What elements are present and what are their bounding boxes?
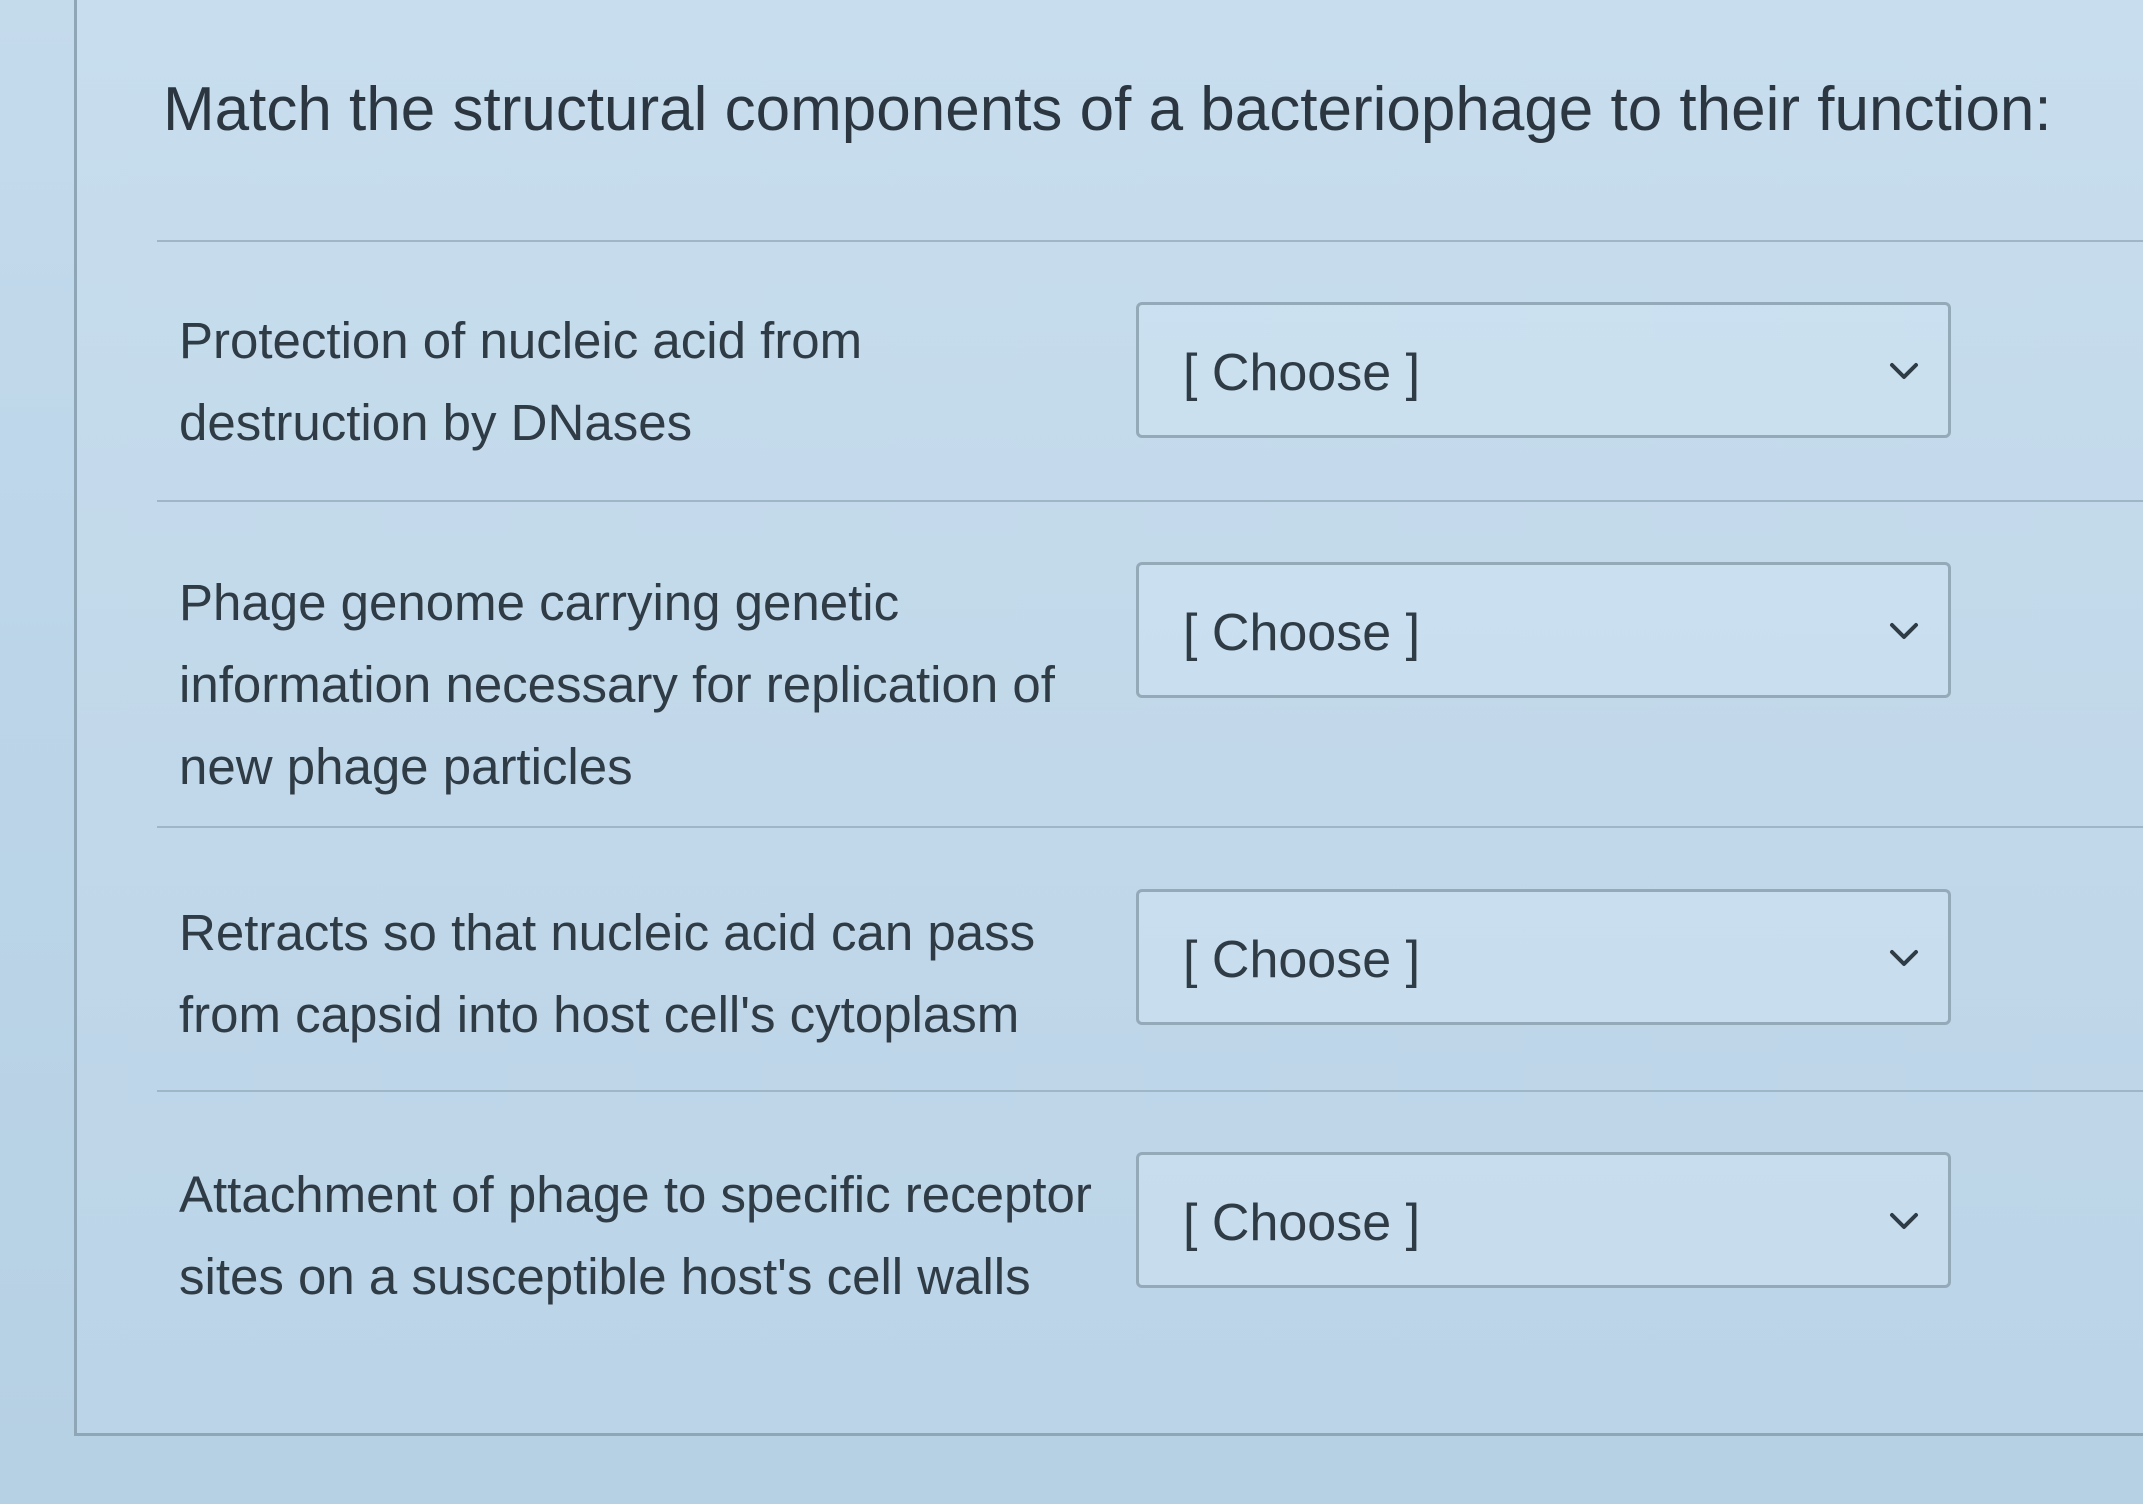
dropdown-selected-value: [ Choose ] [1183, 344, 1421, 402]
match-prompt: Protection of nucleic acid from destruct… [179, 312, 863, 451]
chevron-down-icon [1886, 357, 1922, 385]
chevron-down-icon [1886, 1207, 1922, 1235]
divider [157, 1090, 2143, 1092]
question-card: Match the structural components of a bac… [74, 0, 2143, 1436]
dropdown-selected-value: [ Choose ] [1183, 1194, 1421, 1252]
chevron-down-icon [1886, 944, 1922, 972]
match-prompt: Phage genome carrying genetic informatio… [179, 574, 1055, 795]
chevron-down-icon [1886, 617, 1922, 645]
match-prompt: Attachment of phage to specific receptor… [179, 1166, 1092, 1305]
answer-dropdown[interactable]: [ Choose ] [1136, 562, 1951, 698]
question-title: Match the structural components of a bac… [163, 75, 2052, 144]
divider [157, 240, 2143, 242]
answer-dropdown[interactable]: [ Choose ] [1136, 1152, 1951, 1288]
page: Match the structural components of a bac… [0, 0, 2143, 1504]
answer-dropdown[interactable]: [ Choose ] [1136, 302, 1951, 438]
dropdown-selected-value: [ Choose ] [1183, 931, 1421, 989]
answer-dropdown[interactable]: [ Choose ] [1136, 889, 1951, 1025]
dropdown-selected-value: [ Choose ] [1183, 604, 1421, 662]
divider [157, 826, 2143, 828]
match-prompt: Retracts so that nucleic acid can pass f… [179, 904, 1036, 1043]
divider [157, 500, 2143, 502]
